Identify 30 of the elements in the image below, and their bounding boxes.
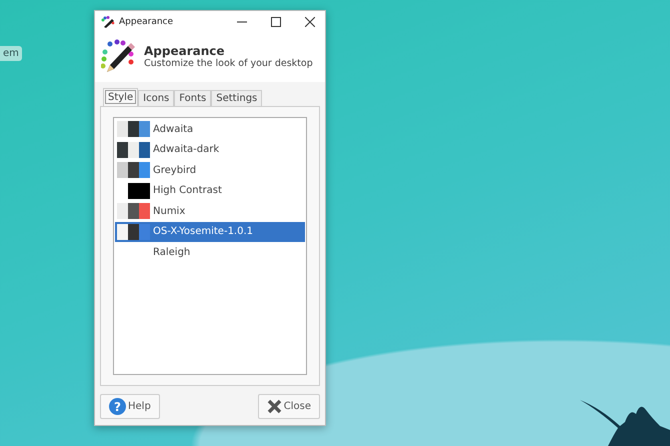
dialog-title: Appearance bbox=[144, 44, 226, 58]
theme-name: High Contrast bbox=[153, 185, 222, 196]
theme-row[interactable]: Adwaita-dark bbox=[115, 140, 305, 160]
theme-row[interactable]: Numix bbox=[115, 201, 305, 222]
dialog-subtitle: Customize the look of your desktop bbox=[144, 58, 313, 68]
desktop-icon-label: em bbox=[0, 46, 22, 61]
close-icon[interactable] bbox=[305, 17, 315, 27]
theme-name: Adwaita-dark bbox=[153, 144, 220, 156]
tab[interactable]: Settings bbox=[211, 90, 262, 106]
theme-row[interactable]: OS-X-Yosemite-1.0.1 bbox=[115, 222, 305, 242]
theme-name: OS-X-Yosemite-1.0.1 bbox=[153, 226, 254, 238]
help-button[interactable]: ? Help bbox=[100, 394, 160, 419]
window-title: Appearance bbox=[119, 17, 174, 27]
theme-row[interactable]: Greybird bbox=[115, 160, 305, 180]
tab[interactable]: Fonts bbox=[174, 90, 212, 106]
paint-brush-icon bbox=[101, 16, 115, 28]
theme-name: Adwaita bbox=[153, 124, 194, 135]
theme-name: Raleigh bbox=[153, 246, 190, 258]
maximize-icon[interactable] bbox=[271, 17, 281, 27]
pencil-palette-icon bbox=[101, 38, 137, 74]
theme-row[interactable]: Raleigh bbox=[115, 242, 305, 262]
theme-name: Greybird bbox=[153, 164, 196, 176]
close-button[interactable]: Close bbox=[258, 394, 320, 419]
theme-row[interactable]: High Contrast bbox=[115, 180, 305, 201]
tab[interactable]: Icons bbox=[138, 90, 174, 106]
tab[interactable]: Style bbox=[103, 88, 138, 106]
help-icon: ? bbox=[109, 398, 126, 415]
theme-row[interactable]: Adwaita bbox=[115, 119, 305, 140]
theme-name: Numix bbox=[153, 206, 186, 217]
close-icon bbox=[266, 399, 282, 414]
